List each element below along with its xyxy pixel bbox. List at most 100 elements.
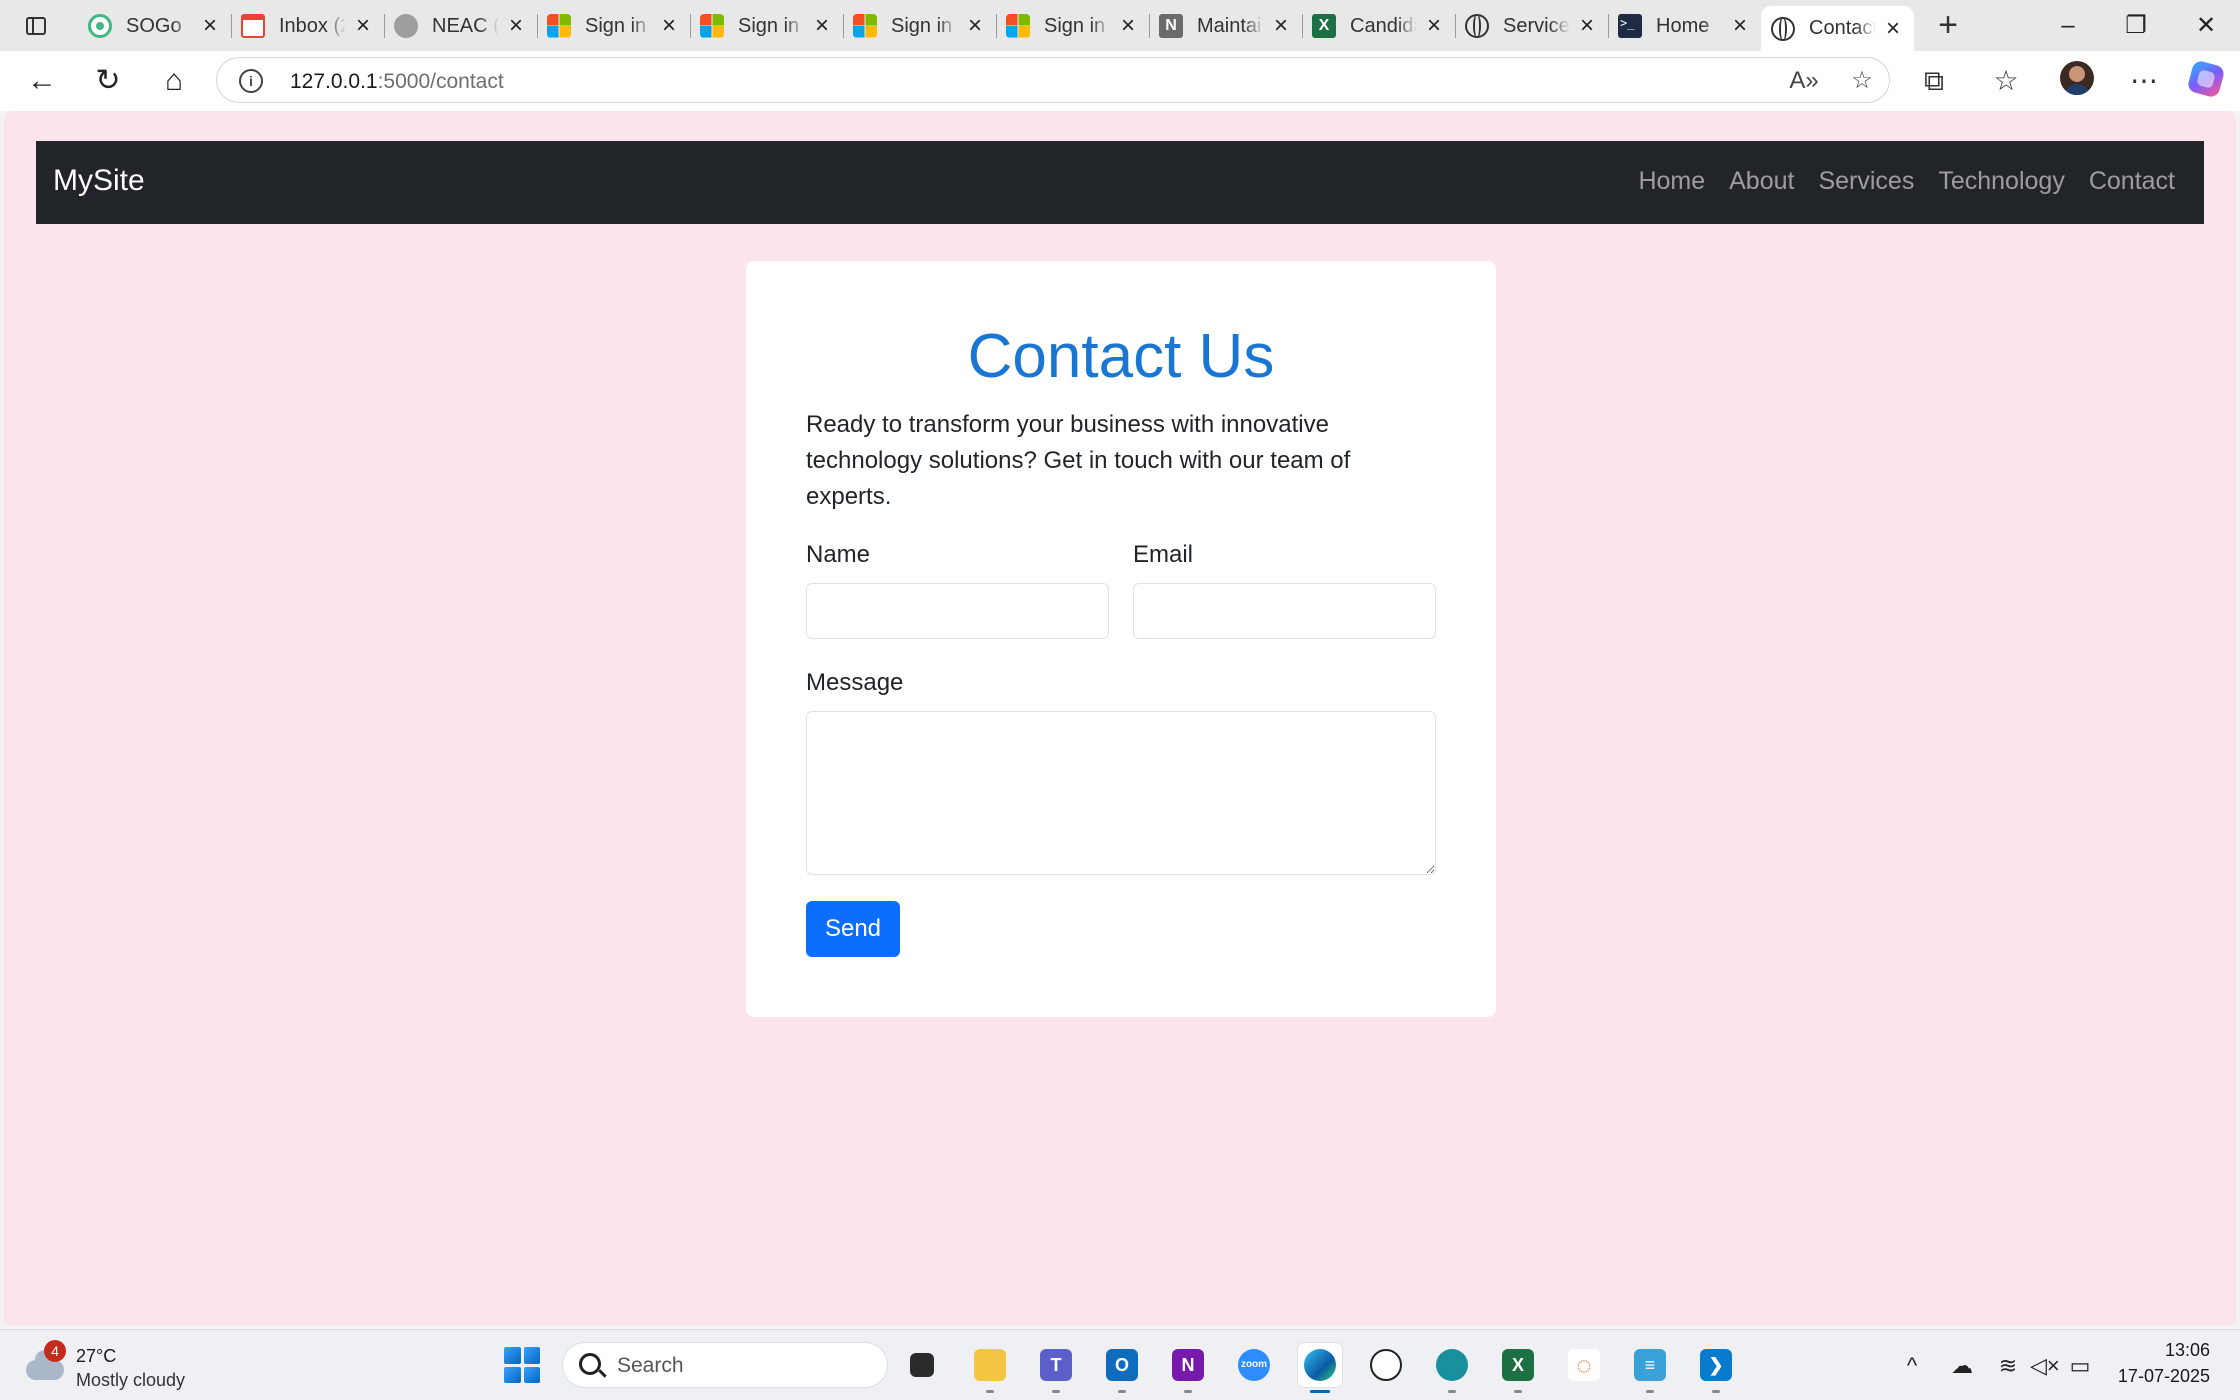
site-brand-link[interactable]: MySite [53,164,145,198]
onedrive-tray-icon[interactable]: ☁ [1948,1352,1976,1380]
browser-tab[interactable]: Sign in t × [843,6,996,46]
nav-link-home[interactable]: Home [1638,167,1705,196]
task-view-button[interactable] [900,1343,944,1387]
address-bar[interactable]: i 127.0.0.1:5000/contact A» ☆ [216,57,1890,103]
taskbar-app-notepad[interactable]: ≡ [1628,1343,1672,1393]
browser-tab[interactable]: Home × [1608,6,1761,46]
battery-icon[interactable]: ▭ [2066,1352,2094,1380]
tab-title: Candida [1350,14,1417,37]
contact-intro-text: Ready to transform your business with in… [806,411,1351,510]
start-button[interactable] [504,1347,540,1383]
running-indicator [1712,1390,1720,1393]
weather-temperature: 27°C [76,1346,117,1366]
taskbar-app-onedrive[interactable] [1430,1343,1474,1393]
chevron-up-icon[interactable]: ^ [1898,1352,1926,1380]
close-tab-icon[interactable]: × [199,14,221,38]
taskbar-app-zoom[interactable]: zoom [1232,1343,1276,1387]
nav-link-services[interactable]: Services [1818,167,1914,196]
close-tab-icon[interactable]: × [1729,14,1751,38]
clock-date[interactable]: 17-07-2025 [2118,1366,2210,1387]
close-tab-icon[interactable]: × [1576,14,1598,38]
browser-tab[interactable]: SOGo × [78,6,231,46]
taskbar-app-onenote[interactable]: N [1166,1343,1210,1393]
close-tab-icon[interactable]: × [352,14,374,38]
browser-tab[interactable]: NEAC (I × [384,6,537,46]
volume-muted-icon[interactable]: ◁× [2030,1352,2060,1380]
site-navbar: MySite Home About Services Technology Co… [36,141,2204,224]
taskbar-app-vscode[interactable]: ❯ [1694,1343,1738,1393]
taskbar-app-file-explorer[interactable] [968,1343,1012,1393]
browser-tab[interactable]: Maintai × [1149,6,1302,46]
nav-link-contact[interactable]: Contact [2089,167,2175,196]
weather-condition: Mostly cloudy [76,1370,186,1390]
browser-tab[interactable]: Sign in t × [537,6,690,46]
refresh-button[interactable]: ↻ [86,59,130,103]
close-tab-icon[interactable]: × [1270,14,1292,38]
running-indicator [1448,1390,1456,1393]
restore-button[interactable]: ❐ [2102,4,2170,48]
browser-tab[interactable]: Inbox (2 × [231,6,384,46]
taskbar-search-box[interactable]: Search [562,1342,888,1388]
task-view-icon [910,1353,934,1377]
nav-link-about[interactable]: About [1729,167,1794,196]
taskbar-app-chatgpt[interactable] [1364,1343,1408,1387]
favorites-icon[interactable]: ☆ [1984,59,2028,103]
taskbar-app-jupyter[interactable]: ◌ [1562,1343,1606,1387]
send-button[interactable]: Send [806,901,900,957]
browser-tab[interactable]: Services × [1455,6,1608,46]
taskbar-app-outlook[interactable]: O [1100,1343,1144,1393]
close-tab-icon[interactable]: × [505,14,527,38]
close-tab-icon[interactable]: × [1117,14,1139,38]
back-button[interactable]: ← [20,59,64,103]
site-info-icon[interactable]: i [239,69,263,93]
extensions-icon[interactable]: ⧉ [1912,59,1956,103]
clock-time[interactable]: 13:06 [2165,1340,2210,1361]
page-viewport: MySite Home About Services Technology Co… [4,111,2236,1325]
microsoft-icon [700,14,724,38]
tab-title: SOGo [126,14,182,37]
browser-tab-active[interactable]: Contact × [1761,6,1914,51]
browser-tab[interactable]: Sign in t × [996,6,1149,46]
neac-icon [394,14,418,38]
home-button[interactable]: ⌂ [152,59,196,103]
nav-link-technology[interactable]: Technology [1938,167,2064,196]
favorite-star-icon[interactable]: ☆ [1847,66,1877,96]
more-menu-icon[interactable]: ⋯ [2122,59,2166,103]
outlook-icon: O [1106,1349,1138,1381]
tab-list: SOGo × Inbox (2 × NEAC (I × Sign in t × … [78,6,1914,51]
minimize-button[interactable]: – [2034,4,2102,48]
close-tab-icon[interactable]: × [811,14,833,38]
weather-widget[interactable]: 4 27°C Mostly cloudy [26,1340,226,1392]
tab-title: Sign in t [738,14,805,37]
close-tab-icon[interactable]: × [1423,14,1445,38]
close-window-button[interactable]: ✕ [2172,4,2240,48]
tab-title: Sign in t [1044,14,1111,37]
url-text[interactable]: 127.0.0.1:5000/contact [290,70,504,94]
microsoft-icon [547,14,571,38]
taskbar-app-excel[interactable]: X [1496,1343,1540,1393]
browser-tab-strip: SOGo × Inbox (2 × NEAC (I × Sign in t × … [0,0,2240,51]
tab-title: Home [1656,14,1710,37]
jupyter-icon: ◌ [1568,1349,1600,1381]
taskbar-app-edge[interactable] [1298,1343,1342,1393]
profile-avatar[interactable] [2060,61,2094,95]
browser-tab[interactable]: Sign in t × [690,6,843,46]
name-input[interactable] [806,583,1109,639]
close-tab-icon[interactable]: × [1882,16,1904,40]
taskbar-app-teams[interactable]: T [1034,1343,1078,1393]
browser-toolbar: ← ↻ ⌂ i 127.0.0.1:5000/contact A» ☆ ⧉ ☆ … [0,51,2240,111]
tab-actions-menu-button[interactable] [14,10,58,42]
wifi-icon[interactable]: ≋ [1994,1352,2022,1380]
windows-logo-tile [523,1366,540,1383]
message-textarea[interactable] [806,711,1436,875]
browser-tab[interactable]: Candida × [1302,6,1455,46]
running-indicator [1118,1390,1126,1393]
read-aloud-icon[interactable]: A» [1789,66,1819,96]
copilot-icon[interactable] [2186,59,2226,99]
onenote-icon: N [1172,1349,1204,1381]
onedrive-icon [1436,1349,1468,1381]
close-tab-icon[interactable]: × [964,14,986,38]
close-tab-icon[interactable]: × [658,14,680,38]
new-tab-button[interactable]: + [1930,8,1966,44]
email-input[interactable] [1133,583,1436,639]
